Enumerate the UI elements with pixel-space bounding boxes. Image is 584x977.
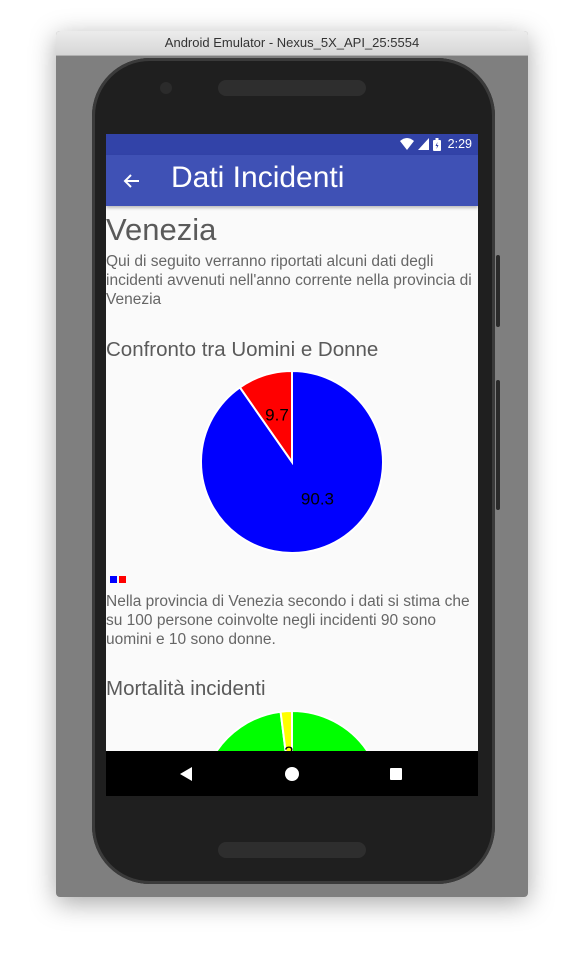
app-bar: Dati Incidenti <box>106 155 478 206</box>
power-button[interactable] <box>496 255 500 327</box>
nav-home-button[interactable] <box>262 751 322 796</box>
nav-recents-button[interactable] <box>366 751 426 796</box>
circle-home-icon <box>285 766 299 781</box>
legend-swatch-red <box>119 576 126 583</box>
back-arrow-icon <box>123 174 139 188</box>
status-time: 2:29 <box>447 137 472 151</box>
pie-label-0: 90.3 <box>301 489 334 508</box>
square-recents-icon <box>390 767 402 780</box>
front-camera <box>160 82 172 94</box>
pie-label-1: 9.7 <box>265 405 289 424</box>
section-mortality-title: Mortalità incidenti <box>106 677 266 700</box>
intro-text: Qui di seguito verranno riportati alcuni… <box>106 253 472 308</box>
gender-description: Nella provincia di Venezia secondo i dat… <box>106 593 470 648</box>
gender-legend <box>110 576 126 583</box>
bottom-speaker <box>218 842 366 858</box>
section-gender-title: Confronto tra Uomini e Donne <box>106 338 379 361</box>
device-screen: 2:29 Dati Incidenti Venezia Qui di segui… <box>106 134 478 796</box>
triangle-back-icon <box>180 766 192 781</box>
volume-button[interactable] <box>496 380 500 510</box>
nav-back-button[interactable] <box>156 751 216 796</box>
back-button[interactable] <box>116 166 146 196</box>
wifi-icon <box>399 138 414 150</box>
battery-icon <box>432 137 441 151</box>
top-speaker <box>218 80 366 96</box>
app-title: Dati Incidenti <box>171 161 345 194</box>
gender-pie-chart: 90.3 9.7 <box>200 369 384 554</box>
navigation-bar <box>106 751 478 796</box>
status-bar: 2:29 <box>106 134 478 155</box>
window-title: Android Emulator - Nexus_5X_API_25:5554 <box>56 31 528 56</box>
legend-swatch-blue <box>110 576 117 583</box>
pie-label-1: 2 <box>284 743 293 751</box>
signal-icon <box>417 138 429 150</box>
city-title: Venezia <box>106 212 217 247</box>
scroll-content[interactable]: Venezia Qui di seguito verranno riportat… <box>106 206 478 751</box>
mortality-pie-chart: 982 <box>215 709 369 751</box>
